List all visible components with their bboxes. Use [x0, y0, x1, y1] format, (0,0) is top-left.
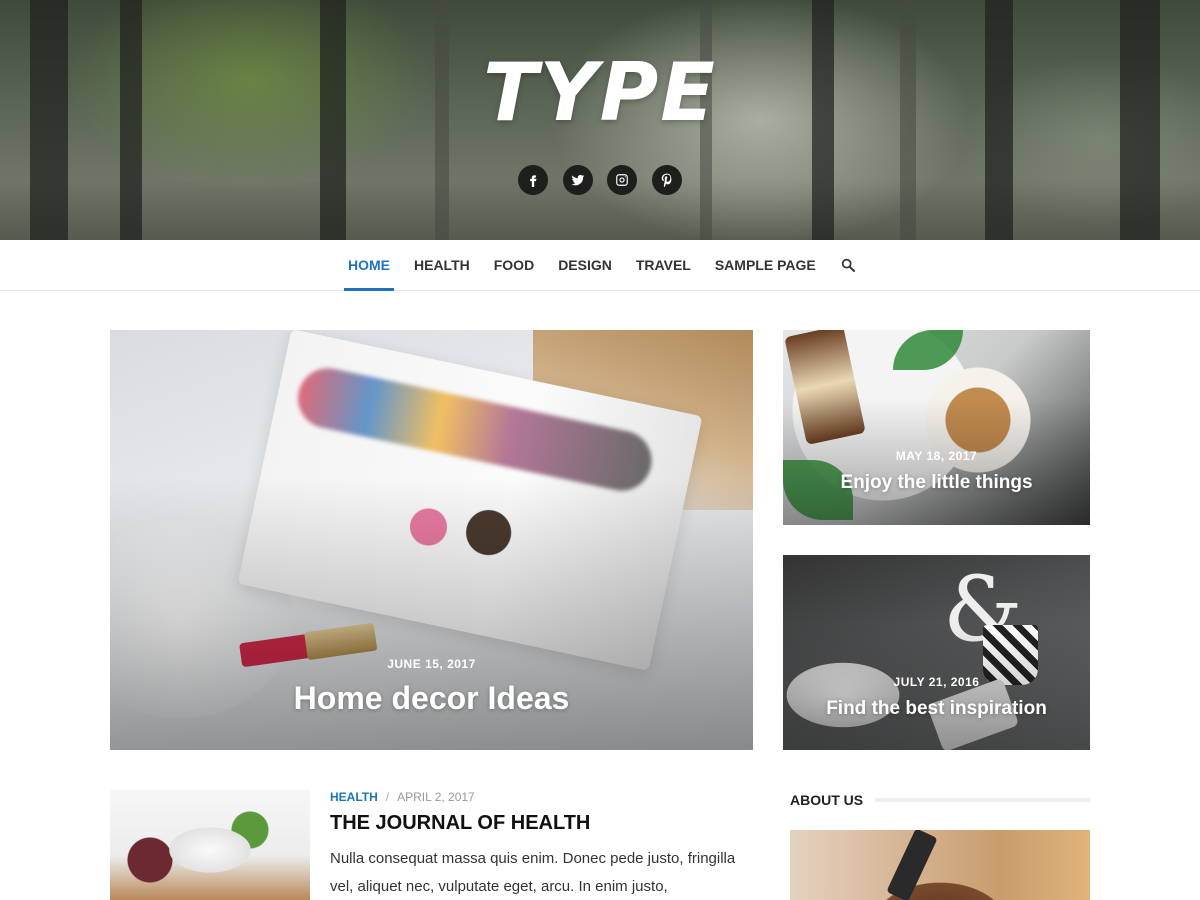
card-overlay — [783, 330, 1090, 525]
featured-post-side[interactable]: & JULY 21, 2016 Find the best inspiratio… — [783, 555, 1090, 750]
search-button[interactable] — [828, 240, 868, 290]
post-excerpt: Nulla consequat massa quis enim. Donec p… — [330, 850, 736, 895]
instagram-icon — [616, 174, 629, 186]
widget-title-divider — [875, 798, 1090, 802]
social-links — [518, 165, 682, 195]
pinterest-icon — [661, 173, 672, 187]
post-title-link[interactable]: THE JOURNAL OF HEALTH — [330, 810, 590, 836]
post-meta: HEALTH / APRIL 2, 2017 — [330, 790, 475, 804]
meta-separator: / — [385, 790, 390, 804]
nav-item-sample-page[interactable]: SAMPLE PAGE — [703, 240, 828, 290]
twitter-icon — [571, 174, 585, 186]
nav-item-design[interactable]: DESIGN — [546, 240, 624, 290]
post-date: JUNE 15, 2017 — [387, 657, 476, 671]
pinterest-link[interactable] — [651, 165, 682, 195]
site-header: TYPE — [0, 0, 1200, 240]
nav-item-food[interactable]: FOOD — [482, 240, 546, 290]
post-date: MAY 18, 2017 — [895, 449, 978, 463]
post-title[interactable]: Find the best inspiration — [783, 698, 1090, 720]
featured-post-side[interactable]: MAY 18, 2017 Enjoy the little things — [783, 330, 1090, 525]
facebook-icon — [530, 175, 537, 187]
nav-item-home[interactable]: HOME — [336, 240, 402, 291]
site-logo[interactable]: TYPE — [0, 38, 1200, 148]
search-icon — [841, 258, 855, 272]
main-navigation: HOME HEALTH FOOD DESIGN TRAVEL SAMPLE PA… — [0, 240, 1200, 291]
about-image-headphones — [886, 830, 938, 900]
post-category-link[interactable]: HEALTH — [330, 790, 378, 804]
nav-menu: HOME HEALTH FOOD DESIGN TRAVEL SAMPLE PA… — [336, 240, 868, 291]
post-title[interactable]: Home decor Ideas — [110, 680, 753, 717]
nav-item-health[interactable]: HEALTH — [402, 240, 482, 290]
widget-title: ABOUT US — [790, 792, 864, 808]
featured-post-main[interactable]: JUNE 15, 2017 Home decor Ideas — [110, 330, 753, 750]
twitter-link[interactable] — [562, 165, 593, 195]
post-date: JULY 21, 2016 — [893, 675, 980, 689]
about-widget-heading: ABOUT US — [790, 790, 1090, 810]
card-overlay — [783, 555, 1090, 750]
about-image — [790, 830, 1090, 900]
facebook-link[interactable] — [518, 165, 548, 195]
post-date: APRIL 2, 2017 — [397, 790, 475, 804]
nav-item-travel[interactable]: TRAVEL — [624, 240, 703, 290]
post-title[interactable]: Enjoy the little things — [783, 472, 1090, 494]
post-thumbnail[interactable] — [110, 790, 310, 900]
instagram-link[interactable] — [607, 165, 638, 195]
